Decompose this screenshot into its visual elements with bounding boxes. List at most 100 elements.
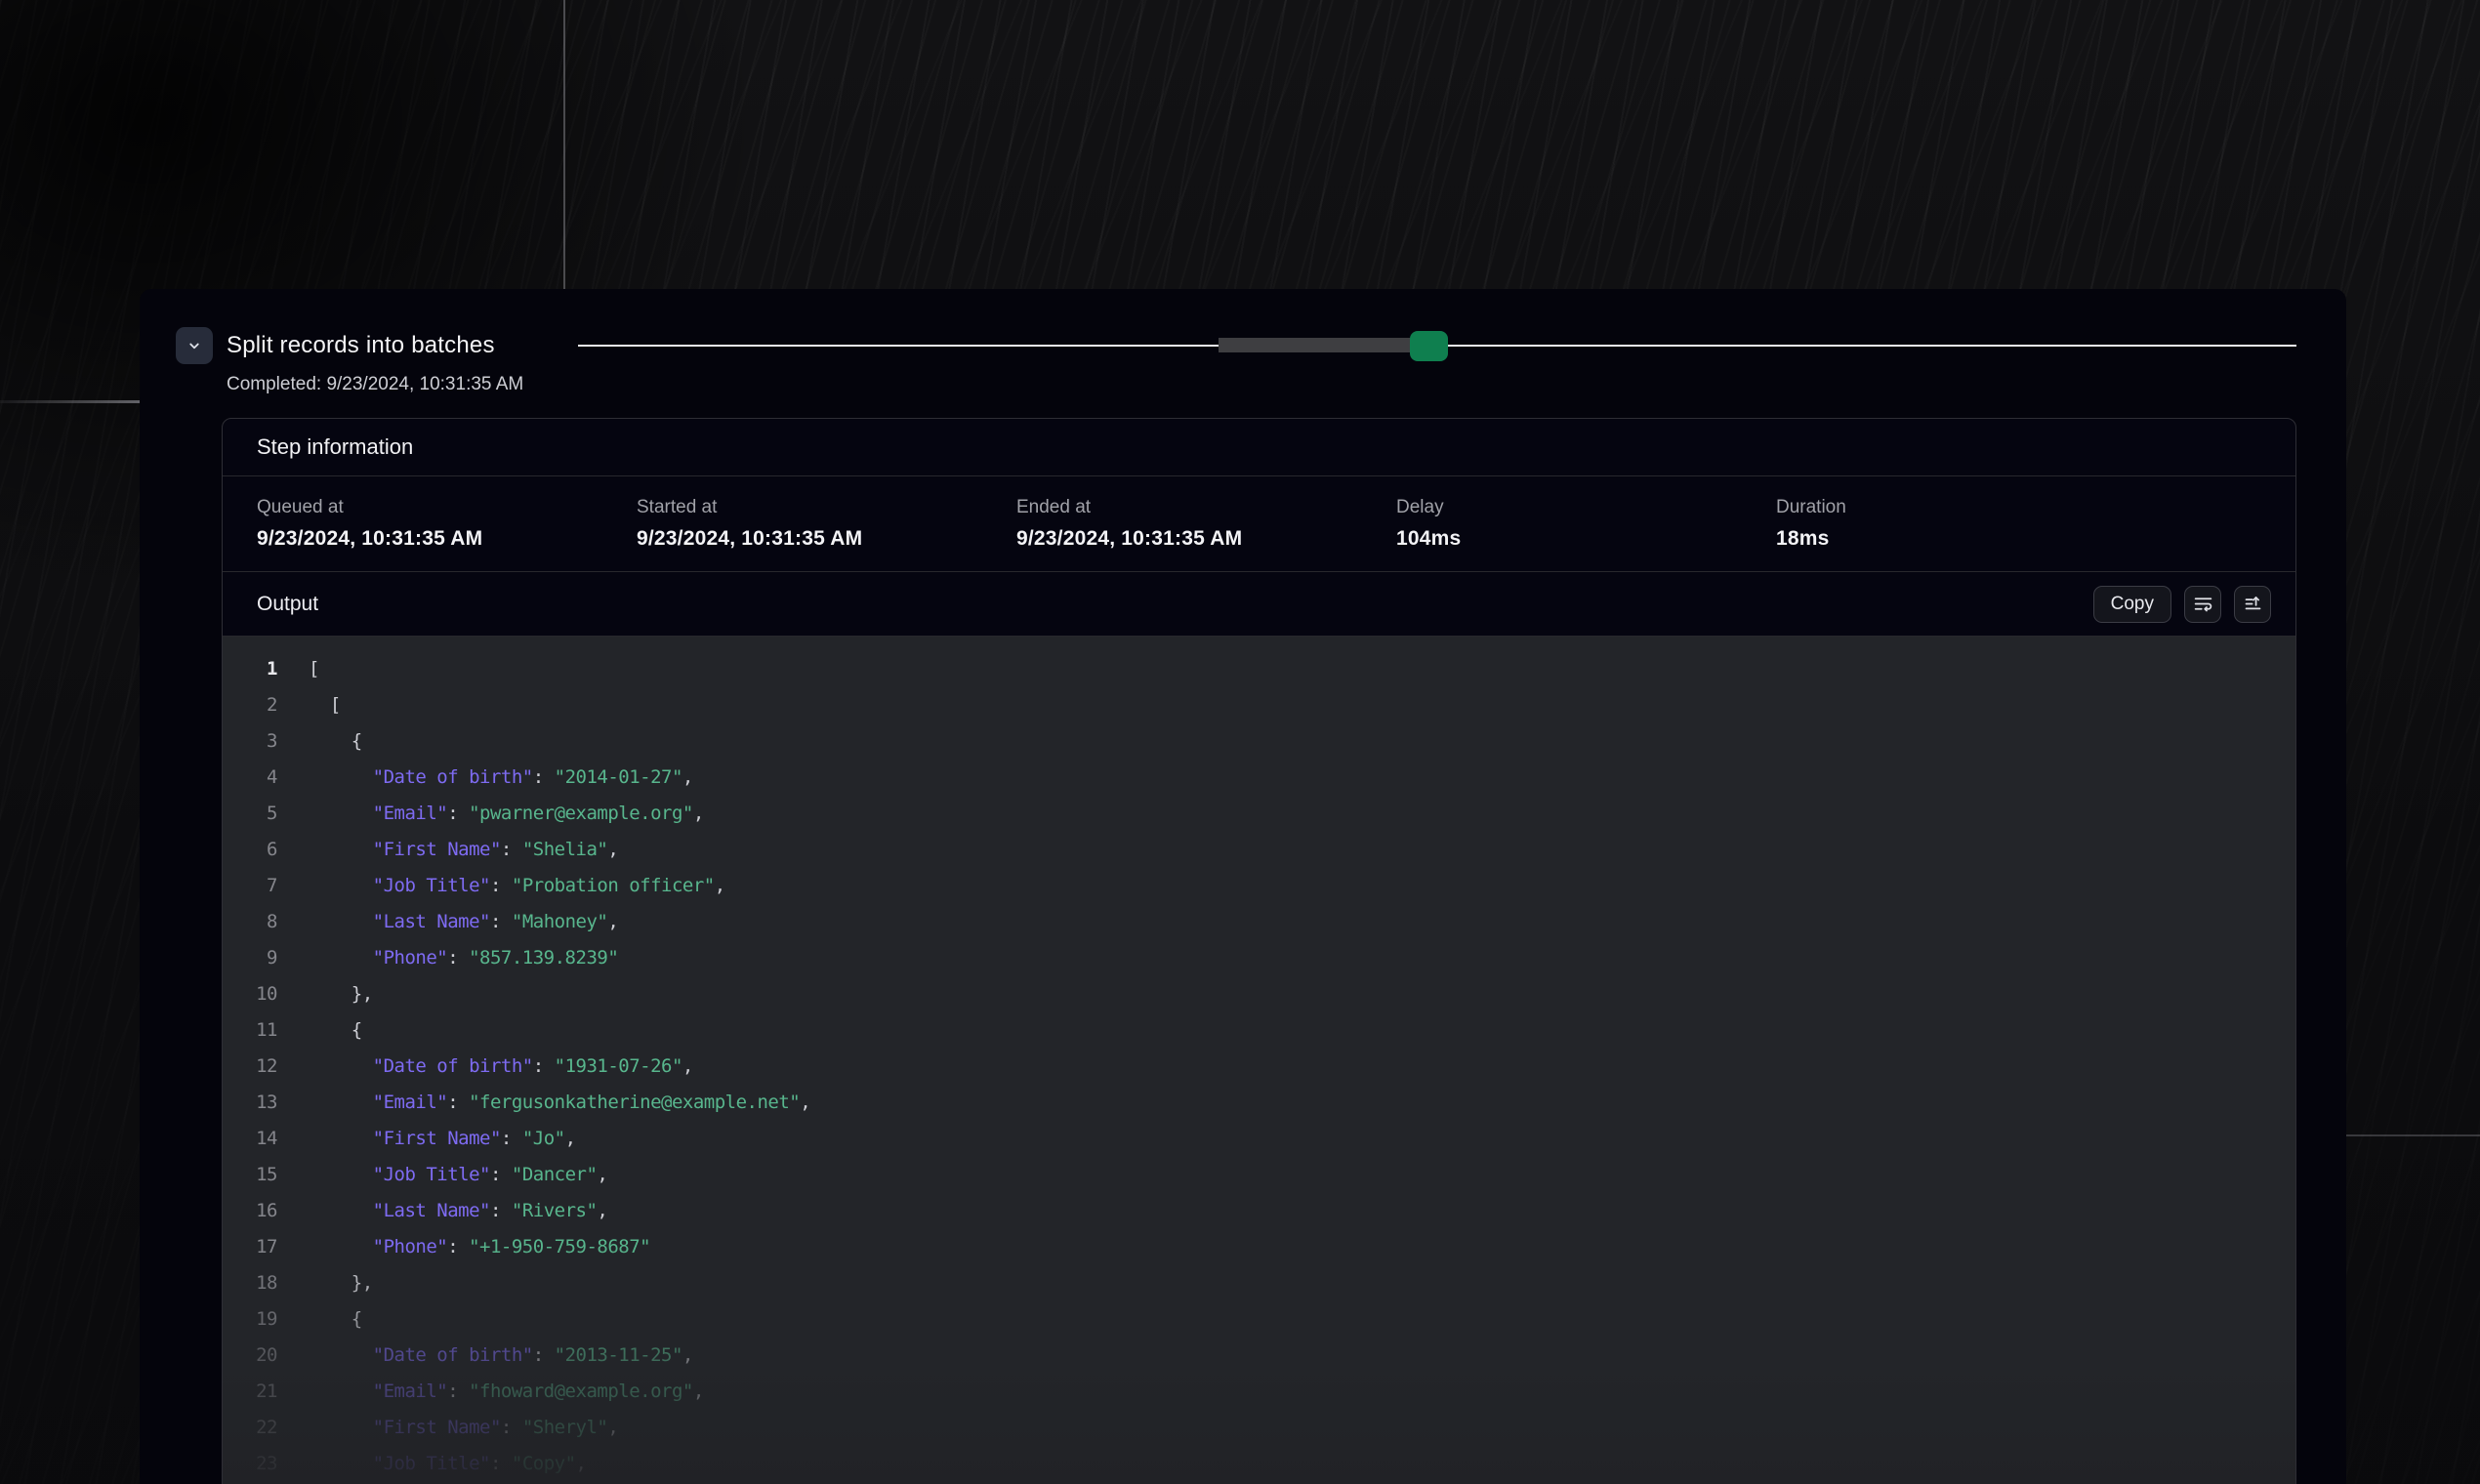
code-text: "First Name": "Sheryl", — [309, 1410, 618, 1446]
line-number: 12 — [223, 1049, 277, 1085]
word-wrap-icon — [2193, 594, 2213, 614]
code-line: 22 "First Name": "Sheryl", — [223, 1410, 2295, 1446]
step-header: Split records into batches Completed: 9/… — [176, 327, 2296, 409]
timeline-handle[interactable] — [1410, 331, 1448, 361]
step-title: Split records into batches — [227, 327, 495, 364]
code-text: "Phone": "+1-950-759-8687" — [309, 1229, 650, 1265]
line-number: 13 — [223, 1085, 277, 1121]
meta-label: Duration — [1776, 497, 2156, 518]
line-number: 23 — [223, 1446, 277, 1482]
code-text: { — [309, 1301, 362, 1338]
code-line: 17 "Phone": "+1-950-759-8687" — [223, 1229, 2295, 1265]
code-line: 10 }, — [223, 976, 2295, 1012]
line-number: 6 — [223, 832, 277, 868]
output-title: Output — [257, 593, 318, 616]
code-line: 5 "Email": "pwarner@example.org", — [223, 796, 2295, 832]
line-number: 22 — [223, 1410, 277, 1446]
code-line: 9 "Phone": "857.139.8239" — [223, 940, 2295, 976]
code-text: [ — [309, 687, 341, 723]
decor-vertical-line — [563, 0, 565, 289]
line-number: 1 — [223, 651, 277, 687]
meta-queued-at: Queued at 9/23/2024, 10:31:35 AM — [257, 497, 637, 551]
scroll-to-top-button[interactable] — [2234, 586, 2271, 623]
code-line: 1[ — [223, 651, 2295, 687]
meta-value: 18ms — [1776, 527, 2156, 551]
code-text: "Email": "pwarner@example.org", — [309, 796, 704, 832]
line-number: 3 — [223, 723, 277, 760]
code-line: 19 { — [223, 1301, 2295, 1338]
meta-started-at: Started at 9/23/2024, 10:31:35 AM — [637, 497, 1016, 551]
code-line: 14 "First Name": "Jo", — [223, 1121, 2295, 1157]
code-line: 16 "Last Name": "Rivers", — [223, 1193, 2295, 1229]
code-text: "Last Name": "Mahoney", — [309, 904, 618, 940]
output-code-viewer[interactable]: 1[2 [3 {4 "Date of birth": "2014-01-27",… — [223, 637, 2295, 1484]
code-line: 6 "First Name": "Shelia", — [223, 832, 2295, 868]
code-line: 8 "Last Name": "Mahoney", — [223, 904, 2295, 940]
code-line: 2 [ — [223, 687, 2295, 723]
code-text: "Job Title": "Copy", — [309, 1446, 586, 1482]
line-number: 5 — [223, 796, 277, 832]
chevron-down-icon — [186, 337, 203, 354]
timeline-step-span — [1219, 338, 1410, 352]
line-number: 19 — [223, 1301, 277, 1338]
code-line: 12 "Date of birth": "1931-07-26", — [223, 1049, 2295, 1085]
copy-button[interactable]: Copy — [2093, 586, 2171, 623]
line-number: 4 — [223, 760, 277, 796]
meta-label: Queued at — [257, 497, 637, 518]
code-lines: 1[2 [3 {4 "Date of birth": "2014-01-27",… — [223, 651, 2295, 1482]
output-header-row: Output Copy — [223, 572, 2295, 637]
step-metadata-row: Queued at9/23/2024, 10:31:35 AMStarted a… — [223, 476, 2295, 572]
code-line: 11 { — [223, 1012, 2295, 1049]
step-status: Completed: 9/23/2024, 10:31:35 AM — [227, 374, 523, 395]
line-number: 8 — [223, 904, 277, 940]
output-actions: Copy — [2093, 586, 2271, 623]
code-line: 13 "Email": "fergusonkatherine@example.n… — [223, 1085, 2295, 1121]
meta-duration: Duration 18ms — [1776, 497, 2156, 551]
meta-value: 9/23/2024, 10:31:35 AM — [1016, 527, 1396, 551]
collapse-step-button[interactable] — [176, 327, 213, 364]
code-text: "Date of birth": "2013-11-25", — [309, 1338, 693, 1374]
code-text: "Email": "fergusonkatherine@example.net"… — [309, 1085, 810, 1121]
code-text: }, — [309, 976, 373, 1012]
decor-horizontal-line-left — [0, 400, 140, 403]
line-number: 18 — [223, 1265, 277, 1301]
line-number: 9 — [223, 940, 277, 976]
code-line: 23 "Job Title": "Copy", — [223, 1446, 2295, 1482]
meta-value: 104ms — [1396, 527, 1776, 551]
code-text: "First Name": "Shelia", — [309, 832, 618, 868]
code-text: "Job Title": "Probation officer", — [309, 868, 725, 904]
meta-label: Started at — [637, 497, 1016, 518]
code-line: 15 "Job Title": "Dancer", — [223, 1157, 2295, 1193]
scroll-to-top-icon — [2243, 594, 2263, 614]
code-line: 18 }, — [223, 1265, 2295, 1301]
line-number: 11 — [223, 1012, 277, 1049]
meta-value: 9/23/2024, 10:31:35 AM — [637, 527, 1016, 551]
line-number: 16 — [223, 1193, 277, 1229]
code-line: 7 "Job Title": "Probation officer", — [223, 868, 2295, 904]
line-number: 7 — [223, 868, 277, 904]
code-text: "Last Name": "Rivers", — [309, 1193, 607, 1229]
code-text: "Date of birth": "1931-07-26", — [309, 1049, 693, 1085]
code-line: 4 "Date of birth": "2014-01-27", — [223, 760, 2295, 796]
timeline-scrubber[interactable] — [578, 327, 2296, 364]
code-text: "First Name": "Jo", — [309, 1121, 576, 1157]
code-text: "Job Title": "Dancer", — [309, 1157, 607, 1193]
code-text: "Phone": "857.139.8239" — [309, 940, 618, 976]
code-text: { — [309, 1012, 362, 1049]
code-text: [ — [309, 651, 319, 687]
step-detail-panel: Split records into batches Completed: 9/… — [140, 289, 2346, 1484]
line-number: 10 — [223, 976, 277, 1012]
word-wrap-button[interactable] — [2184, 586, 2221, 623]
code-text: "Email": "fhoward@example.org", — [309, 1374, 704, 1410]
meta-ended-at: Ended at 9/23/2024, 10:31:35 AM — [1016, 497, 1396, 551]
code-line: 3 { — [223, 723, 2295, 760]
line-number: 2 — [223, 687, 277, 723]
line-number: 20 — [223, 1338, 277, 1374]
step-information-title: Step information — [257, 434, 413, 460]
code-text: }, — [309, 1265, 373, 1301]
code-line: 20 "Date of birth": "2013-11-25", — [223, 1338, 2295, 1374]
line-number: 17 — [223, 1229, 277, 1265]
meta-label: Ended at — [1016, 497, 1396, 518]
meta-value: 9/23/2024, 10:31:35 AM — [257, 527, 637, 551]
step-information-card: Step information Queued at9/23/2024, 10:… — [222, 418, 2296, 1484]
